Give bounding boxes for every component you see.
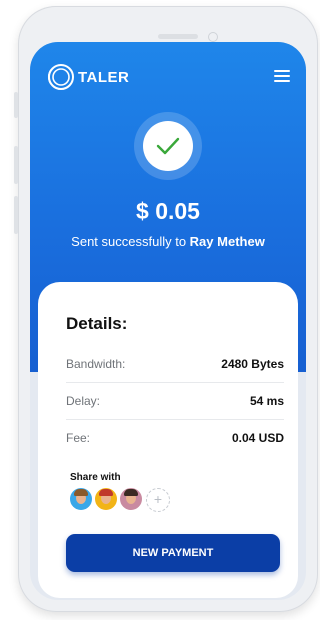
detail-label: Bandwidth: [66,357,126,371]
detail-value: 2480 Bytes [221,357,284,371]
success-badge [143,121,193,171]
success-message: Sent successfully to Ray Methew [30,234,306,249]
recipient-name: Ray Methew [189,234,265,249]
plus-icon: + [153,491,163,507]
phone-camera [208,32,218,42]
new-payment-button[interactable]: NEW PAYMENT [66,534,280,572]
details-title: Details: [66,314,128,333]
phone-side-button [14,146,18,184]
detail-value: 0.04 USD [231,431,284,445]
detail-label: Fee: [66,431,91,445]
phone-side-button [14,196,18,234]
details-card: Details: Bandwidth: 2480 Bytes Delay: 54… [38,282,298,598]
detail-row-fee: Fee: 0.04 USD [66,420,284,456]
add-contact-button[interactable]: + [146,488,170,512]
share-with-label: Share with [70,472,121,483]
phone-speaker [158,34,198,39]
checkmark-icon [156,137,180,155]
success-text: Sent successfully to [71,234,190,249]
brand-name: TALER [78,68,130,86]
avatar[interactable] [70,488,92,510]
app-screen: TALER $ 0.05 Sent successfully to Ray Me… [30,42,306,600]
detail-label: Delay: [66,394,101,408]
avatar[interactable] [95,488,117,510]
taler-logo-icon [47,64,74,90]
brand-logo[interactable]: TALER [46,62,129,92]
detail-value: 54 ms [249,394,284,408]
hamburger-menu-icon[interactable] [274,70,290,82]
phone-side-button [14,92,18,118]
payment-amount: $ 0.05 [136,198,200,224]
detail-row-bandwidth: Bandwidth: 2480 Bytes [66,346,284,382]
detail-row-delay: Delay: 54 ms [66,383,284,419]
avatar[interactable] [120,488,142,510]
share-avatars: + [70,488,170,512]
